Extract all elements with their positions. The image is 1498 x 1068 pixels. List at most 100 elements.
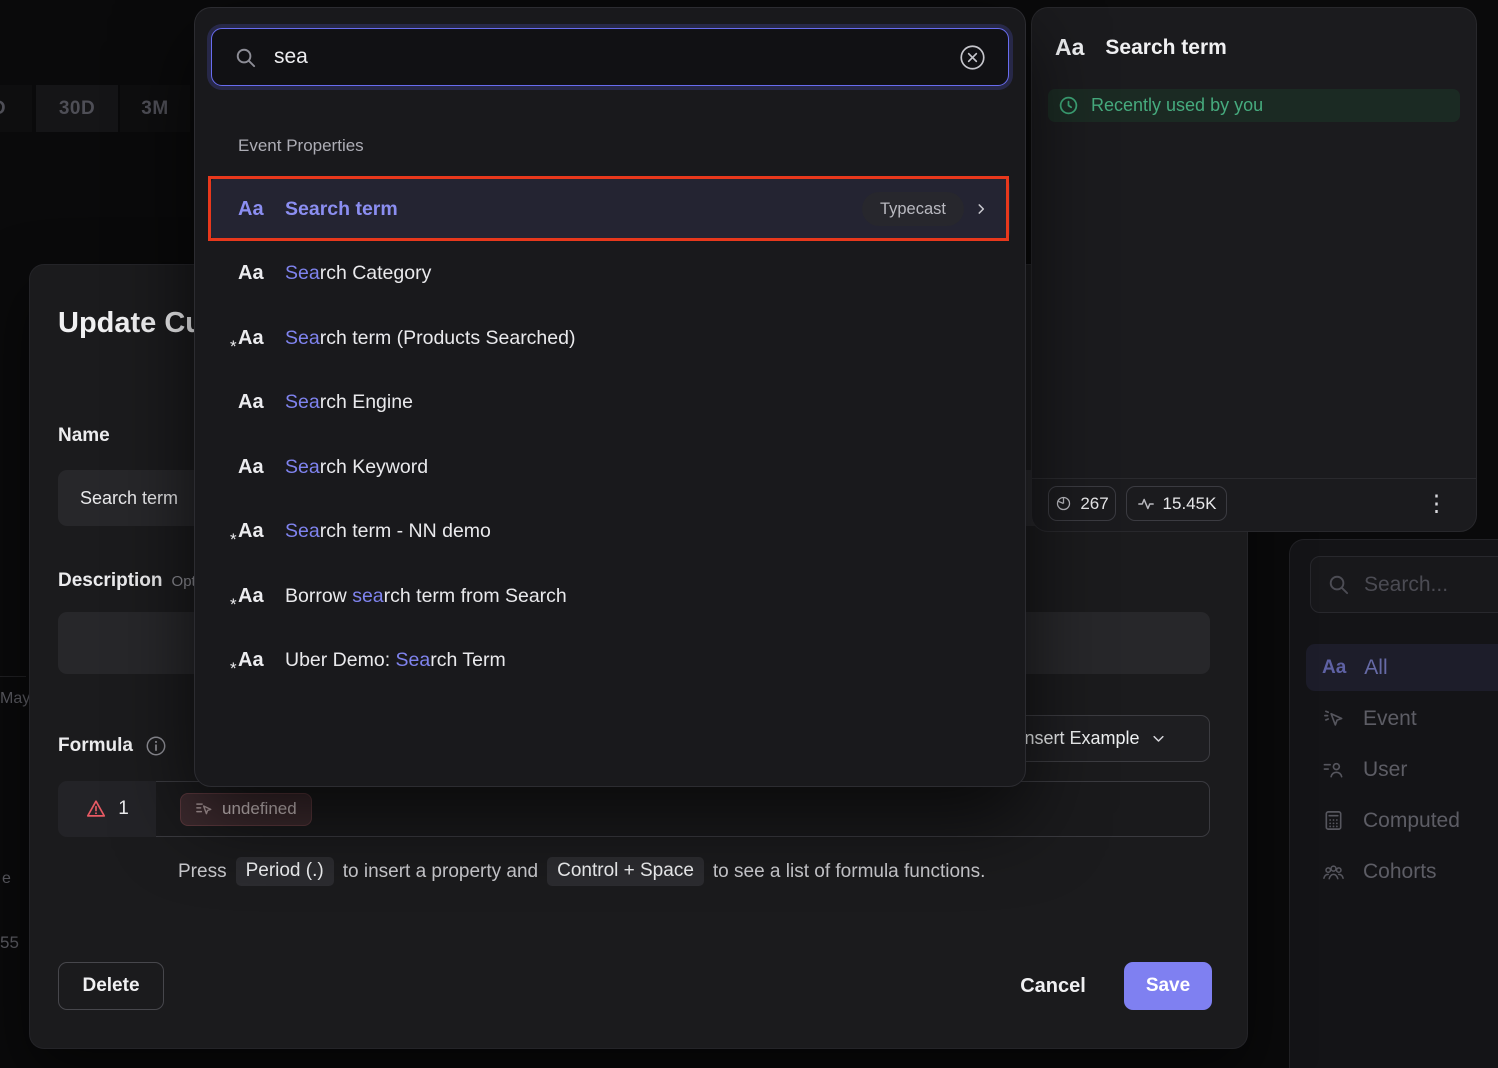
label-match: Sea (285, 327, 320, 349)
distinct-values-count: 267 (1080, 494, 1108, 514)
filter-item-event[interactable]: Event (1306, 695, 1498, 742)
tab-3m[interactable]: 3M (120, 85, 190, 132)
result-row-search-term-products[interactable]: Aa* Search term (Products Searched) (210, 306, 1010, 370)
search-icon (1327, 573, 1350, 596)
text-type-icon: Aa (238, 391, 268, 414)
delete-button[interactable]: Delete (58, 962, 164, 1010)
period-key-chip: Period (.) (236, 857, 334, 886)
people-icon (1322, 860, 1345, 883)
tab-label: 30D (59, 98, 95, 120)
label-post: rch term (Products Searched) (320, 327, 576, 349)
typecast-badge[interactable]: Typecast (862, 192, 964, 226)
event-property-icon (195, 800, 213, 818)
clock-icon (1058, 95, 1079, 116)
custom-text-type-icon: Aa* (238, 649, 268, 672)
undefined-token[interactable]: undefined (180, 793, 312, 826)
property-search-input[interactable] (274, 45, 942, 69)
text-type-icon: Aa (1055, 34, 1084, 61)
insert-example-label: Insert Example (1019, 728, 1139, 749)
event-volume-pill[interactable]: 15.45K (1126, 486, 1227, 521)
result-label: Search term (285, 198, 398, 221)
filter-label: All (1364, 656, 1387, 680)
result-label: Uber Demo: Search Term (285, 649, 506, 672)
cancel-button[interactable]: Cancel (1010, 962, 1096, 1010)
filter-item-user[interactable]: User (1306, 746, 1498, 793)
bg-text-fragment: e (2, 870, 11, 888)
label-pre: Uber Demo: (285, 649, 396, 671)
distinct-values-pill[interactable]: 267 (1048, 486, 1116, 521)
control-space-key-chip: Control + Space (547, 857, 704, 886)
label-match: Sea (285, 520, 320, 542)
bg-axis-value: 55 (0, 933, 19, 953)
custom-asterisk: * (230, 595, 237, 615)
typecast-action[interactable]: Typecast (862, 192, 988, 226)
tab-date-range-partial[interactable]: D (0, 85, 32, 132)
tab-30d[interactable]: 30D (36, 85, 118, 132)
result-row-search-term-nn-demo[interactable]: Aa* Search term - NN demo (210, 500, 1010, 564)
clear-search-icon[interactable] (959, 44, 986, 71)
custom-text-type-icon: Aa* (238, 327, 268, 350)
property-title: Search term (1105, 36, 1226, 60)
more-options-icon[interactable]: ⋮ (1425, 486, 1448, 521)
warning-icon (85, 798, 107, 820)
result-row-search-category[interactable]: Aa Search Category (210, 242, 1010, 306)
name-label: Name (58, 425, 110, 447)
formula-error-counter[interactable]: 1 (58, 781, 156, 837)
result-row-search-engine[interactable]: Aa Search Engine (210, 371, 1010, 435)
custom-asterisk: * (230, 659, 237, 679)
formula-input[interactable]: undefined (156, 781, 1210, 837)
name-value: Search term (80, 488, 178, 509)
filter-item-cohorts[interactable]: Cohorts (1306, 848, 1498, 895)
custom-text-type-icon: Aa* (238, 585, 268, 608)
divider (1032, 478, 1476, 479)
filter-item-computed[interactable]: Computed (1306, 797, 1498, 844)
filter-label: Computed (1363, 809, 1460, 833)
formula-hint: Press Period (.) to insert a property an… (178, 857, 985, 886)
label-match: Sea (396, 649, 431, 671)
hint-text: to insert a property and (343, 861, 538, 883)
description-label: Description (58, 570, 163, 592)
recently-used-label: Recently used by you (1091, 95, 1263, 116)
filter-item-all[interactable]: Aa All (1306, 644, 1498, 691)
type-glyph: Aa (238, 585, 264, 607)
text-type-icon: Aa (1322, 657, 1346, 679)
text-type-icon: Aa (238, 198, 268, 221)
label-pre: Borrow (285, 585, 352, 607)
label-post: rch Keyword (320, 456, 428, 478)
label-match: Sea (285, 456, 320, 478)
app-screen: D 30D 3M May e 55 Update Cu Name Search … (0, 0, 1498, 1068)
save-button[interactable]: Save (1124, 962, 1212, 1010)
label-match: Sea (285, 262, 320, 284)
result-label: Search Keyword (285, 456, 428, 479)
info-icon[interactable] (145, 735, 167, 757)
result-row-search-keyword[interactable]: Aa Search Keyword (210, 435, 1010, 499)
label-match: Sea (285, 391, 320, 413)
sidebar-search-box[interactable] (1310, 556, 1498, 613)
recently-used-badge: Recently used by you (1048, 89, 1460, 122)
pulse-icon (1137, 495, 1155, 513)
property-search-box[interactable] (211, 28, 1009, 86)
hint-text: Press (178, 861, 227, 883)
filter-label: User (1363, 758, 1407, 782)
result-row-borrow-search-term[interactable]: Aa* Borrow search term from Search (210, 564, 1010, 628)
result-row-search-term[interactable]: Aa Search term Typecast (210, 177, 1010, 241)
sidebar-search-input[interactable] (1364, 573, 1498, 597)
type-glyph: Aa (238, 327, 264, 349)
type-glyph: Aa (238, 520, 264, 542)
modal-title: Update Cu (58, 307, 203, 340)
result-row-uber-demo-search-term[interactable]: Aa* Uber Demo: Search Term (210, 629, 1010, 693)
result-label: Search term (Products Searched) (285, 327, 575, 350)
filter-label: Event (1363, 707, 1417, 731)
user-list-icon (1322, 758, 1345, 781)
text-type-icon: Aa (238, 262, 268, 285)
text-type-icon: Aa (238, 456, 268, 479)
token-label: undefined (222, 799, 297, 819)
event-cursor-icon (1322, 707, 1345, 730)
bg-gridline (0, 676, 26, 677)
error-count: 1 (118, 798, 129, 820)
formula-label-row: Formula (58, 735, 167, 757)
custom-asterisk: * (230, 530, 237, 550)
tab-label: D (0, 98, 6, 120)
label-post: rch term from Search (384, 585, 567, 607)
tab-label: 3M (141, 98, 168, 120)
